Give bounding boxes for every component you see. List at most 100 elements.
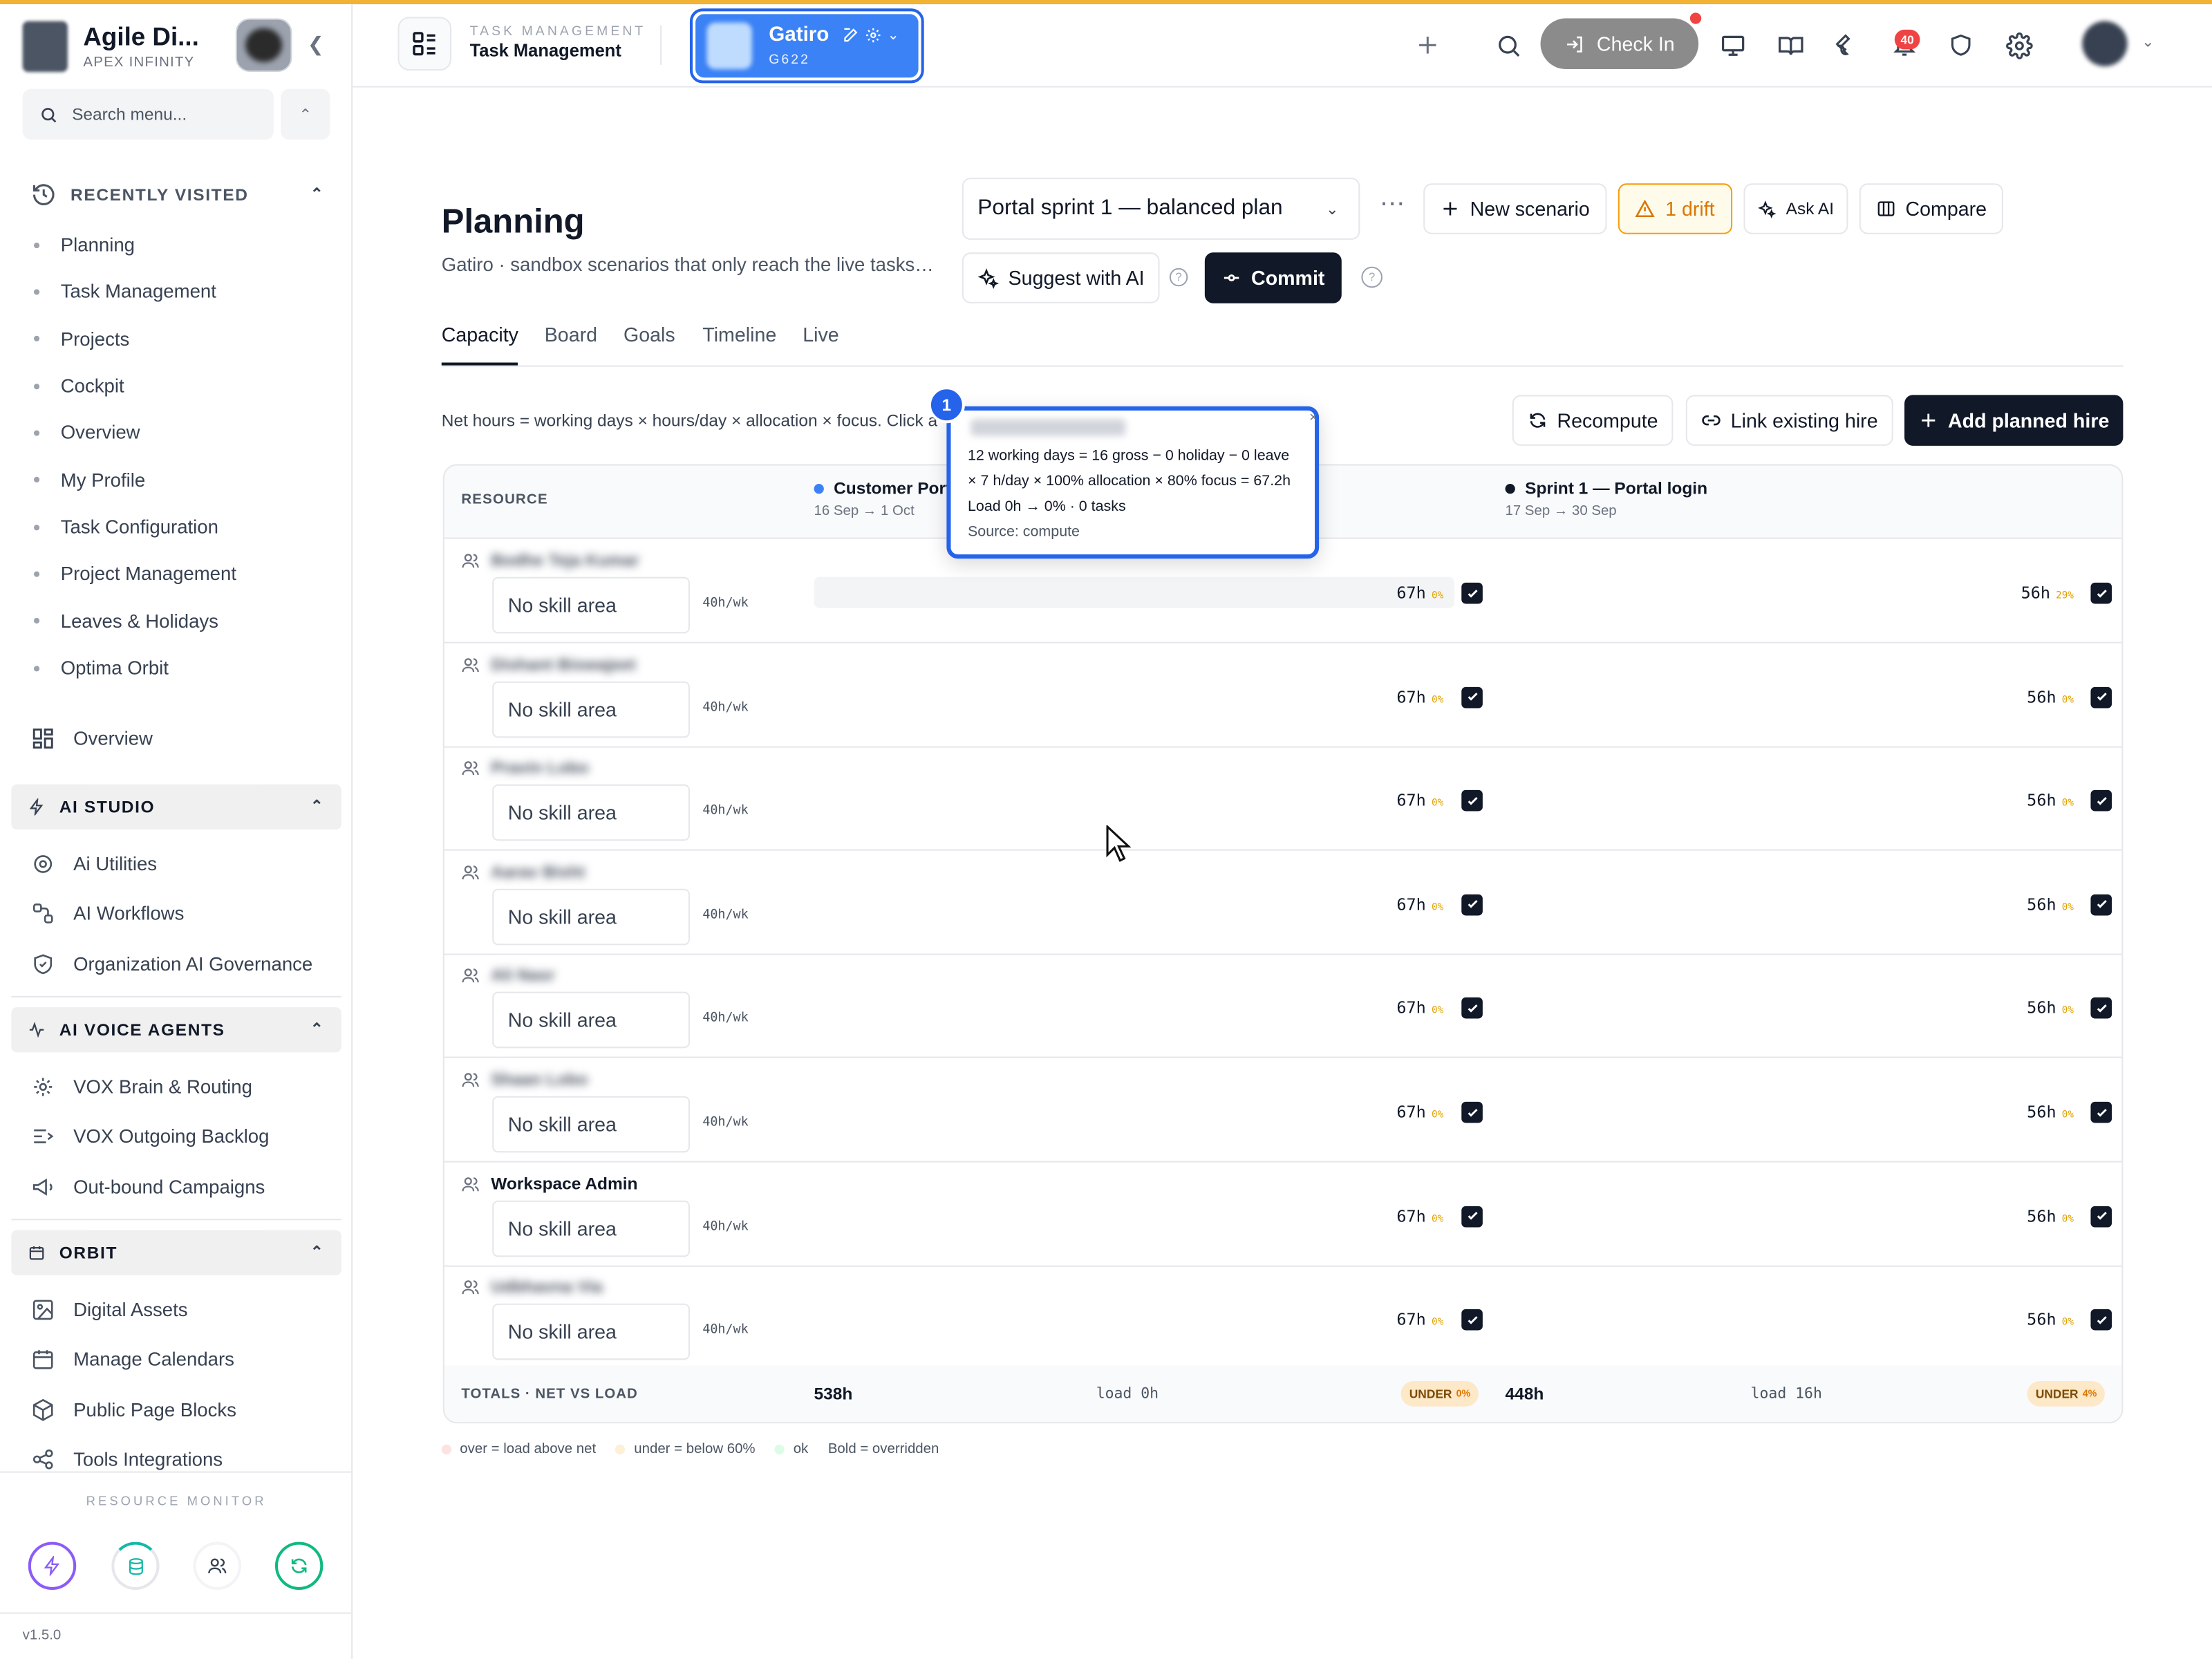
sprint-2-net-hours[interactable]: 56h 0% xyxy=(2027,1309,2074,1329)
recently-visited-header[interactable]: RECENTLY VISITED ⌃ xyxy=(11,172,341,217)
orbit-item[interactable]: Tools Integrations xyxy=(31,1447,223,1472)
sprint-1-net-hours[interactable]: 67h 0% xyxy=(1396,583,1443,603)
orbit-item[interactable]: Public Page Blocks xyxy=(31,1398,236,1422)
sprint-1-net-hours[interactable]: 67h 0% xyxy=(1396,790,1443,810)
add-planned-hire-button[interactable]: Add planned hire xyxy=(1904,395,2124,446)
check-in-button[interactable]: Check In xyxy=(1540,18,1699,69)
search-icon[interactable] xyxy=(1492,30,1524,61)
skill-area-select[interactable]: No skill area xyxy=(492,577,690,634)
recent-item[interactable]: Optima Orbit xyxy=(33,657,169,679)
recent-item[interactable]: Cockpit xyxy=(33,375,124,397)
sidebar-item-overview[interactable]: Overview xyxy=(31,727,153,751)
tab-board[interactable]: Board xyxy=(545,323,597,346)
sprint-2-net-hours[interactable]: 56h 0% xyxy=(2027,1206,2074,1226)
recent-item[interactable]: Task Management xyxy=(33,281,216,302)
recent-item[interactable]: Projects xyxy=(33,328,129,349)
orbit-item[interactable]: Digital Assets xyxy=(31,1298,188,1322)
collapse-sidebar-icon[interactable]: ❮ xyxy=(308,32,324,57)
skill-area-select[interactable]: No skill area xyxy=(492,888,690,945)
scenario-select[interactable]: Portal sprint 1 — balanced plan ⌄ xyxy=(962,178,1360,240)
sprint-2-header[interactable]: Sprint 1 — Portal login xyxy=(1505,478,1707,498)
chevron-down-icon[interactable]: ⌄ xyxy=(888,28,899,43)
link-existing-hire-button[interactable]: Link existing hire xyxy=(1685,395,1893,446)
sprint-2-net-hours[interactable]: 56h 0% xyxy=(2027,894,2074,914)
gear-icon[interactable] xyxy=(865,27,881,44)
sprint-1-net-hours[interactable]: 67h 0% xyxy=(1396,1102,1443,1122)
close-icon[interactable]: × xyxy=(1309,411,1318,426)
commit-help-icon[interactable]: ? xyxy=(1361,266,1382,288)
sprint-1-net-hours[interactable]: 67h 0% xyxy=(1396,1206,1443,1226)
ask-ai-button[interactable]: Ask AI xyxy=(1743,183,1848,234)
sprint-1-include-checkbox[interactable] xyxy=(1461,582,1483,604)
sidebar-search-input[interactable]: Search menu... xyxy=(22,88,274,140)
sprint-2-include-checkbox[interactable] xyxy=(2090,582,2112,604)
compare-button[interactable]: Compare xyxy=(1859,183,2003,234)
edit-icon[interactable] xyxy=(842,27,859,44)
sync-monitor-ring[interactable] xyxy=(274,1541,324,1590)
recompute-button[interactable]: Recompute xyxy=(1512,395,1674,446)
sprint-2-net-hours[interactable]: 56h 0% xyxy=(2027,1102,2074,1122)
sprint-1-include-checkbox[interactable] xyxy=(1461,1101,1483,1123)
skill-area-select[interactable]: No skill area xyxy=(492,1304,690,1360)
skill-area-select[interactable]: No skill area xyxy=(492,1199,690,1257)
sprint-1-include-checkbox[interactable] xyxy=(1461,686,1483,708)
more-options-icon[interactable]: ⋯ xyxy=(1380,189,1405,218)
new-scenario-button[interactable]: New scenario xyxy=(1423,183,1607,234)
drift-button[interactable]: 1 drift xyxy=(1618,183,1733,234)
sprint-1-net-hours[interactable]: 67h 0% xyxy=(1396,1309,1443,1329)
sprint-2-include-checkbox[interactable] xyxy=(2090,1206,2112,1227)
recent-item[interactable]: Task Configuration xyxy=(33,516,218,538)
commit-button[interactable]: Commit xyxy=(1204,252,1342,303)
ai-studio-header[interactable]: AI STUDIO ⌃ xyxy=(11,784,341,830)
recent-item[interactable]: Planning xyxy=(33,234,135,255)
sprint-1-net-hours[interactable]: 67h 0% xyxy=(1396,998,1443,1018)
tab-capacity[interactable]: Capacity xyxy=(441,323,518,366)
tab-goals[interactable]: Goals xyxy=(624,323,675,346)
tab-live[interactable]: Live xyxy=(803,323,838,346)
sprint-2-include-checkbox[interactable] xyxy=(2090,686,2112,708)
search-options-chevron-up-icon[interactable]: ⌃ xyxy=(281,88,330,140)
sprint-1-include-checkbox[interactable] xyxy=(1461,1309,1483,1331)
ai-voice-item[interactable]: Out-bound Campaigns xyxy=(31,1174,265,1199)
cpu-monitor-ring[interactable] xyxy=(28,1541,77,1590)
sprint-1-include-checkbox[interactable] xyxy=(1461,1206,1483,1227)
sprint-2-include-checkbox[interactable] xyxy=(2090,997,2112,1020)
recent-item[interactable]: Leaves & Holidays xyxy=(33,610,218,632)
orbit-item[interactable]: Manage Calendars xyxy=(31,1348,234,1372)
sprint-1-include-checkbox[interactable] xyxy=(1461,894,1483,916)
sprint-1-header[interactable]: Customer Porta xyxy=(814,478,961,498)
recent-item[interactable]: My Profile xyxy=(33,469,145,491)
sprint-1-include-checkbox[interactable] xyxy=(1461,790,1483,812)
gear-icon[interactable] xyxy=(2003,30,2034,61)
tab-timeline[interactable]: Timeline xyxy=(702,323,776,346)
ai-studio-item[interactable]: Ai Utilities xyxy=(31,852,157,877)
sprint-2-net-hours[interactable]: 56h 0% xyxy=(2027,686,2074,706)
ai-voice-item[interactable]: VOX Outgoing Backlog xyxy=(31,1125,269,1149)
skill-area-select[interactable]: No skill area xyxy=(492,1096,690,1153)
chevron-down-icon[interactable]: ⌄ xyxy=(2141,32,2155,50)
orbit-header[interactable]: ORBIT ⌃ xyxy=(11,1230,341,1275)
suggest-with-ai-button[interactable]: Suggest with AI xyxy=(962,252,1160,303)
book-icon[interactable] xyxy=(1774,30,1806,61)
sprint-1-net-hours[interactable]: 67h 0% xyxy=(1396,686,1443,706)
sprint-1-include-checkbox[interactable] xyxy=(1461,997,1483,1020)
skill-area-select[interactable]: No skill area xyxy=(492,680,690,738)
workspace-switcher[interactable]: Gatiro G622 ⌄ xyxy=(689,8,924,84)
sprint-2-include-checkbox[interactable] xyxy=(2090,790,2112,812)
ai-voice-item[interactable]: VOX Brain & Routing xyxy=(31,1075,252,1099)
shield-icon[interactable] xyxy=(1945,30,1976,61)
sprint-2-net-hours[interactable]: 56h 0% xyxy=(2027,998,2074,1018)
skill-area-select[interactable]: No skill area xyxy=(492,992,690,1049)
monitor-icon[interactable] xyxy=(1717,30,1748,61)
ai-studio-item[interactable]: AI Workflows xyxy=(31,902,184,926)
ai-studio-item[interactable]: Organization AI Governance xyxy=(31,952,312,976)
wrench-icon[interactable] xyxy=(1831,30,1862,61)
suggest-help-icon[interactable]: ? xyxy=(1169,268,1188,287)
ai-voice-agents-header[interactable]: AI VOICE AGENTS ⌃ xyxy=(11,1007,341,1053)
sprint-2-net-hours[interactable]: 56h 0% xyxy=(2027,790,2074,810)
add-icon[interactable] xyxy=(1412,30,1443,61)
recent-item[interactable]: Project Management xyxy=(33,563,236,585)
sprint-2-net-hours[interactable]: 56h 29% xyxy=(2021,583,2074,603)
org-avatar[interactable] xyxy=(235,18,292,73)
recent-item[interactable]: Overview xyxy=(33,422,140,444)
